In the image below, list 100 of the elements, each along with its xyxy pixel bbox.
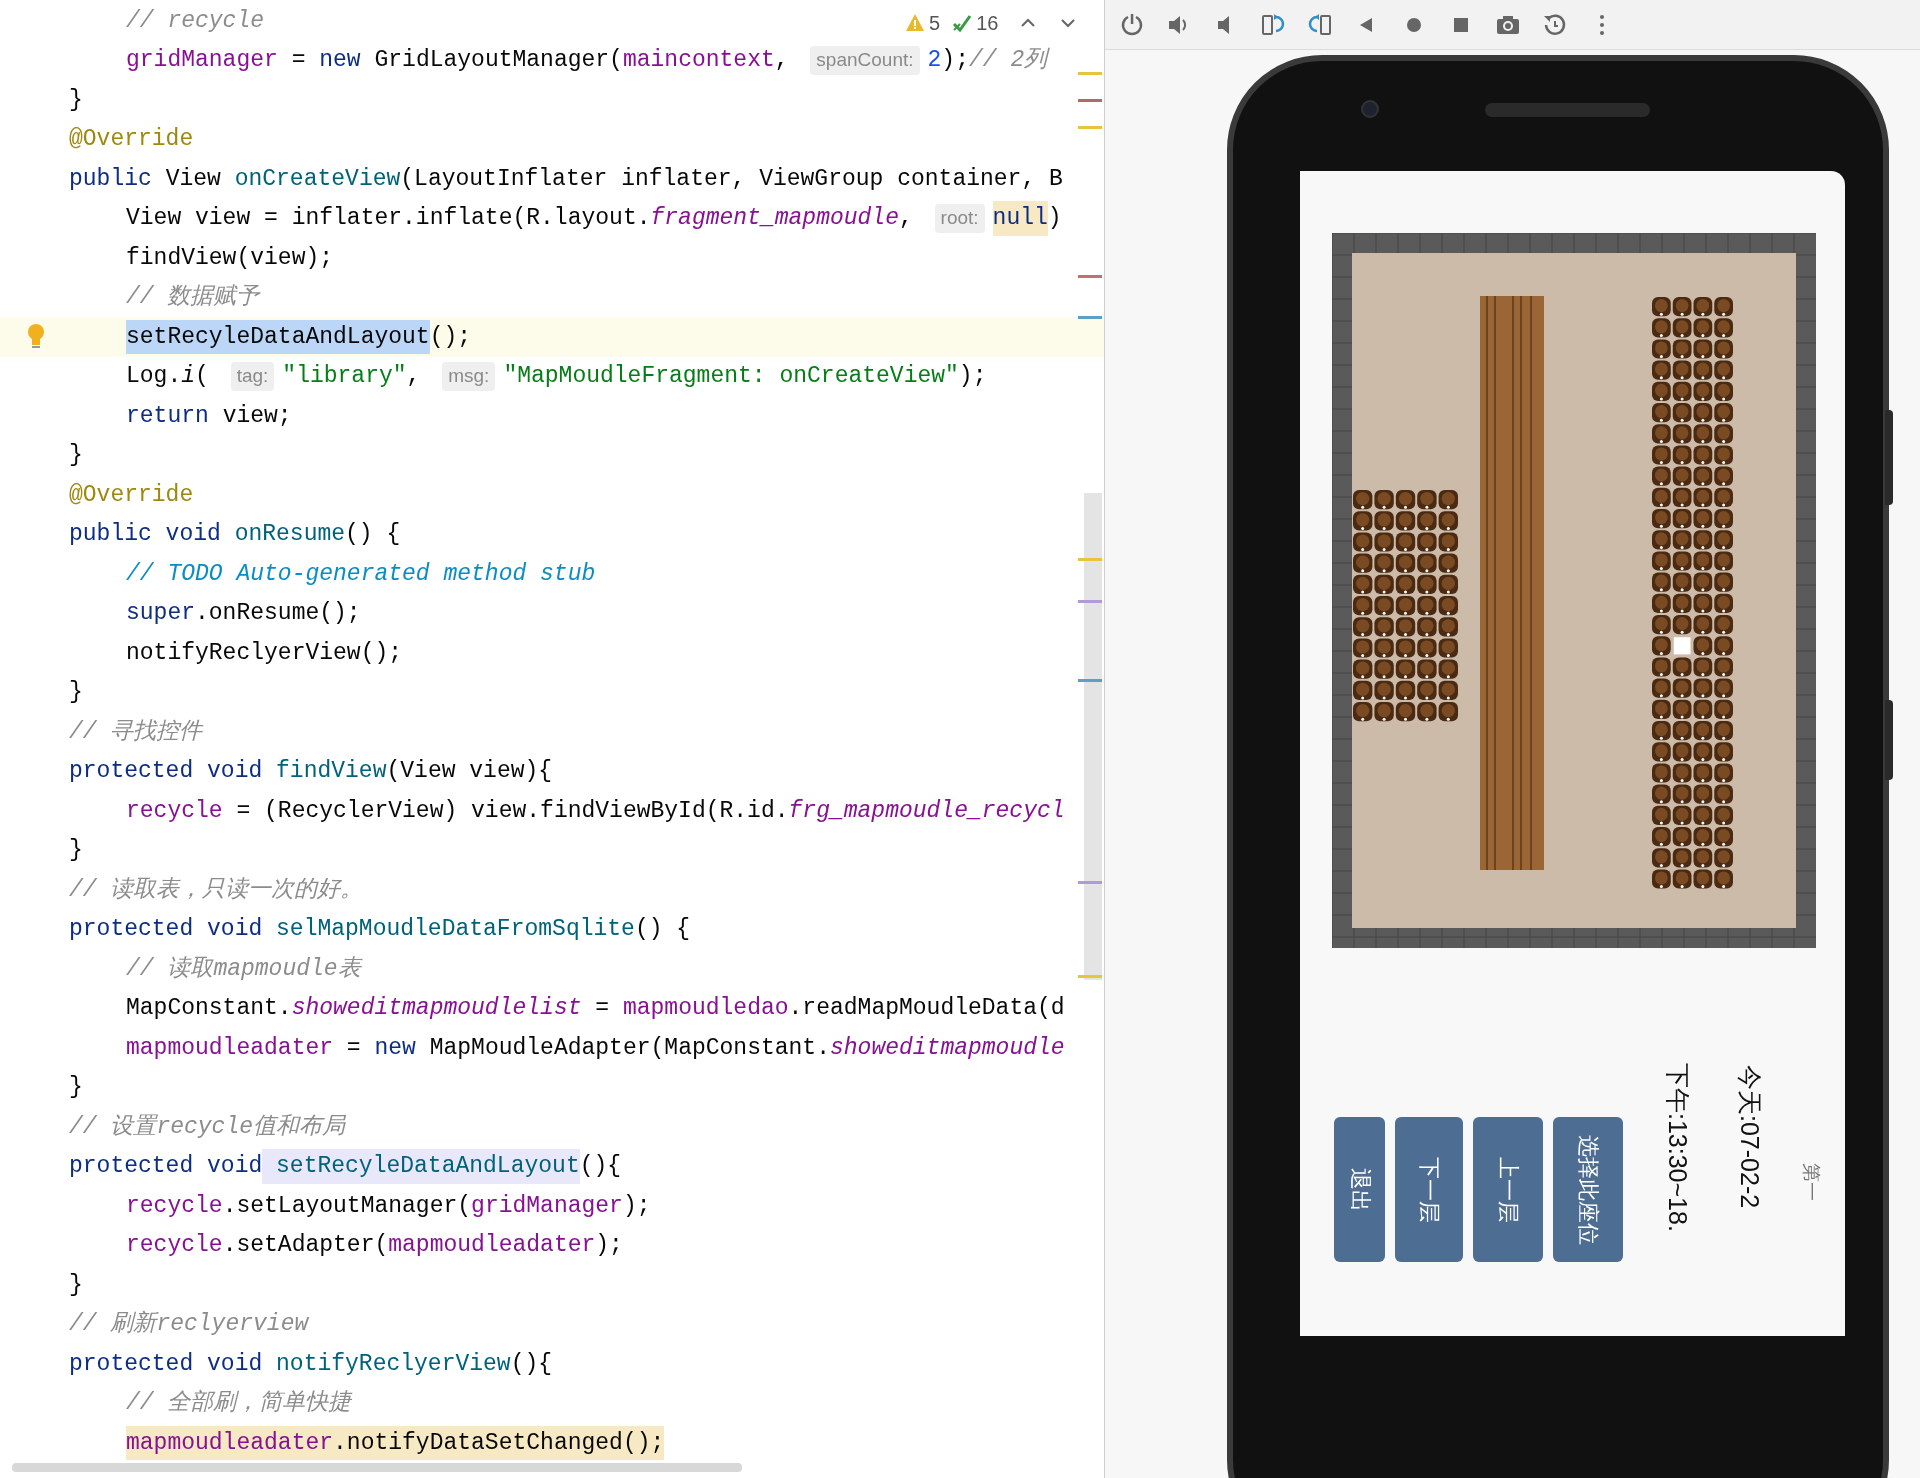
lightbulb-icon[interactable]	[26, 323, 46, 349]
code-text: @Override	[69, 480, 194, 510]
code-text: "library"	[282, 362, 407, 391]
floor-button[interactable]: 选择此座位	[1553, 1117, 1623, 1262]
code-text: recycle	[126, 796, 223, 826]
code-comment: // TODO Auto-generated method stub	[126, 559, 596, 589]
code-text: ,	[898, 204, 914, 233]
code-text: mapmoudleadater	[388, 1231, 596, 1260]
code-text: }	[69, 85, 83, 115]
code-comment: // 读取表，只读一次的好。	[69, 875, 364, 905]
code-text: protected void	[69, 1349, 263, 1379]
parameter-hint: root:	[934, 204, 985, 233]
floor-button[interactable]: 下一层	[1395, 1117, 1463, 1262]
code-comment: // 寻找控件	[69, 717, 203, 747]
inspection-count: 5	[929, 11, 941, 36]
floor-button[interactable]: 上一层	[1473, 1117, 1543, 1262]
code-text: 2	[927, 46, 942, 75]
code-text: gridManager	[126, 46, 278, 75]
code-text: ();	[429, 322, 472, 352]
horizontal-scrollbar[interactable]	[12, 1463, 742, 1472]
code-comment: // 数据赋予	[126, 283, 260, 312]
code-text: (	[195, 362, 210, 391]
code-text: =	[594, 994, 611, 1023]
parameter-hint: spanCount:	[810, 46, 920, 75]
code-text: =	[290, 46, 307, 75]
code-text: fragment_mapmoudle	[650, 204, 899, 233]
code-text: notifyReclyerView();	[126, 638, 403, 668]
code-text: protected void	[69, 915, 263, 944]
inspection-count: 16	[976, 11, 999, 36]
code-text: );	[958, 362, 987, 391]
code-text: (View view){	[386, 757, 553, 786]
code-text: i	[181, 362, 196, 391]
code-text: MapMoudleAdapter(MapConstant.	[428, 1033, 830, 1063]
code-comment: // 读取mapmoudle表	[126, 954, 361, 984]
session-time: 下午:13:30~18.	[1663, 1063, 1693, 1232]
code-text: mapmoudledao	[622, 994, 789, 1023]
code-comment: // recycle	[126, 6, 265, 36]
code-text: view;	[221, 401, 292, 431]
code-text: MapConstant.	[126, 994, 292, 1023]
code-text: (){	[510, 1349, 553, 1379]
floor-label: 第一	[1800, 1163, 1823, 1201]
parameter-hint: tag:	[230, 362, 275, 391]
code-text: );	[622, 1191, 651, 1221]
floor-button[interactable]: 退出	[1334, 1117, 1385, 1262]
code-text: findView	[275, 757, 387, 786]
code-text: new	[319, 46, 361, 75]
code-text: selMapMoudleDataFromSqlite	[275, 915, 635, 944]
code-text: setRecyleDataAndLayout	[262, 1149, 580, 1184]
code-text: frg_mapmoudle_recycl	[788, 796, 1065, 826]
code-comment: // 设置recycle值和布局	[69, 1112, 346, 1142]
code-text: (){	[579, 1152, 622, 1181]
code-text: View	[164, 164, 222, 194]
selected-code: setRecyleDataAndLayout	[126, 319, 430, 354]
code-text: public void	[69, 520, 221, 549]
code-text: "MapMoudleFragment: onCreateView"	[503, 362, 959, 391]
code-text: showeditmapmoudlelist	[291, 994, 582, 1023]
code-comment: // 2列	[968, 46, 1048, 75]
code-text: findView(view);	[126, 243, 334, 273]
code-text: }	[69, 678, 83, 707]
code-text: =	[345, 1033, 362, 1063]
code-text: );	[941, 46, 969, 75]
code-text: showeditmapmoudle	[829, 1033, 1065, 1063]
code-text: return	[126, 401, 209, 431]
code-text: .onResume();	[195, 599, 361, 628]
highlighted-code: null	[992, 201, 1048, 236]
code-text: Log.	[126, 362, 182, 391]
code-text: .readMapMoudleData(d	[788, 994, 1065, 1023]
code-text: protected void	[69, 1152, 263, 1181]
code-text: ,	[774, 46, 790, 75]
code-text: }	[69, 1270, 83, 1300]
code-text: onCreateView	[234, 164, 401, 194]
code-text: (LayoutInflater inflater, ViewGroup container, B	[400, 164, 1063, 194]
code-text: mapmoudleadater	[126, 1033, 334, 1063]
code-text: ,	[406, 362, 422, 391]
code-text: recycle	[126, 1231, 223, 1260]
highlighted-code: mapmoudleadater	[126, 1425, 334, 1460]
code-text: protected void	[69, 757, 263, 786]
code-text: () {	[634, 915, 691, 944]
code-comment: // 全部刷，简单快捷	[126, 1388, 352, 1418]
code-text: gridManager	[471, 1191, 623, 1221]
code-text: @Override	[69, 125, 194, 154]
code-text: () {	[345, 520, 401, 549]
code-text: }	[69, 836, 83, 865]
code-text: onResume	[233, 520, 346, 549]
code-comment: // 刷新reclyerview	[69, 1310, 309, 1339]
code-text: public	[69, 164, 152, 194]
code-text: recycle	[126, 1191, 223, 1221]
date-label: 今天:07-02-2	[1735, 1065, 1765, 1209]
code-text: GridLayoutManager(	[373, 46, 623, 75]
code-text: notifyReclyerView	[275, 1349, 511, 1379]
code-text: maincontext	[622, 46, 775, 75]
code-text: new	[374, 1033, 416, 1063]
code-text: = (RecyclerView) view.findViewById(R.id.	[235, 796, 789, 826]
highlighted-code: .notifyDataSetChanged();	[333, 1425, 665, 1460]
code-text: super	[126, 599, 195, 628]
checkmark-icon[interactable]	[952, 13, 973, 33]
code-text: }	[69, 441, 83, 470]
parameter-hint: msg:	[442, 362, 496, 391]
code-text: )	[1047, 204, 1062, 233]
code-text: .setAdapter(	[222, 1231, 389, 1260]
